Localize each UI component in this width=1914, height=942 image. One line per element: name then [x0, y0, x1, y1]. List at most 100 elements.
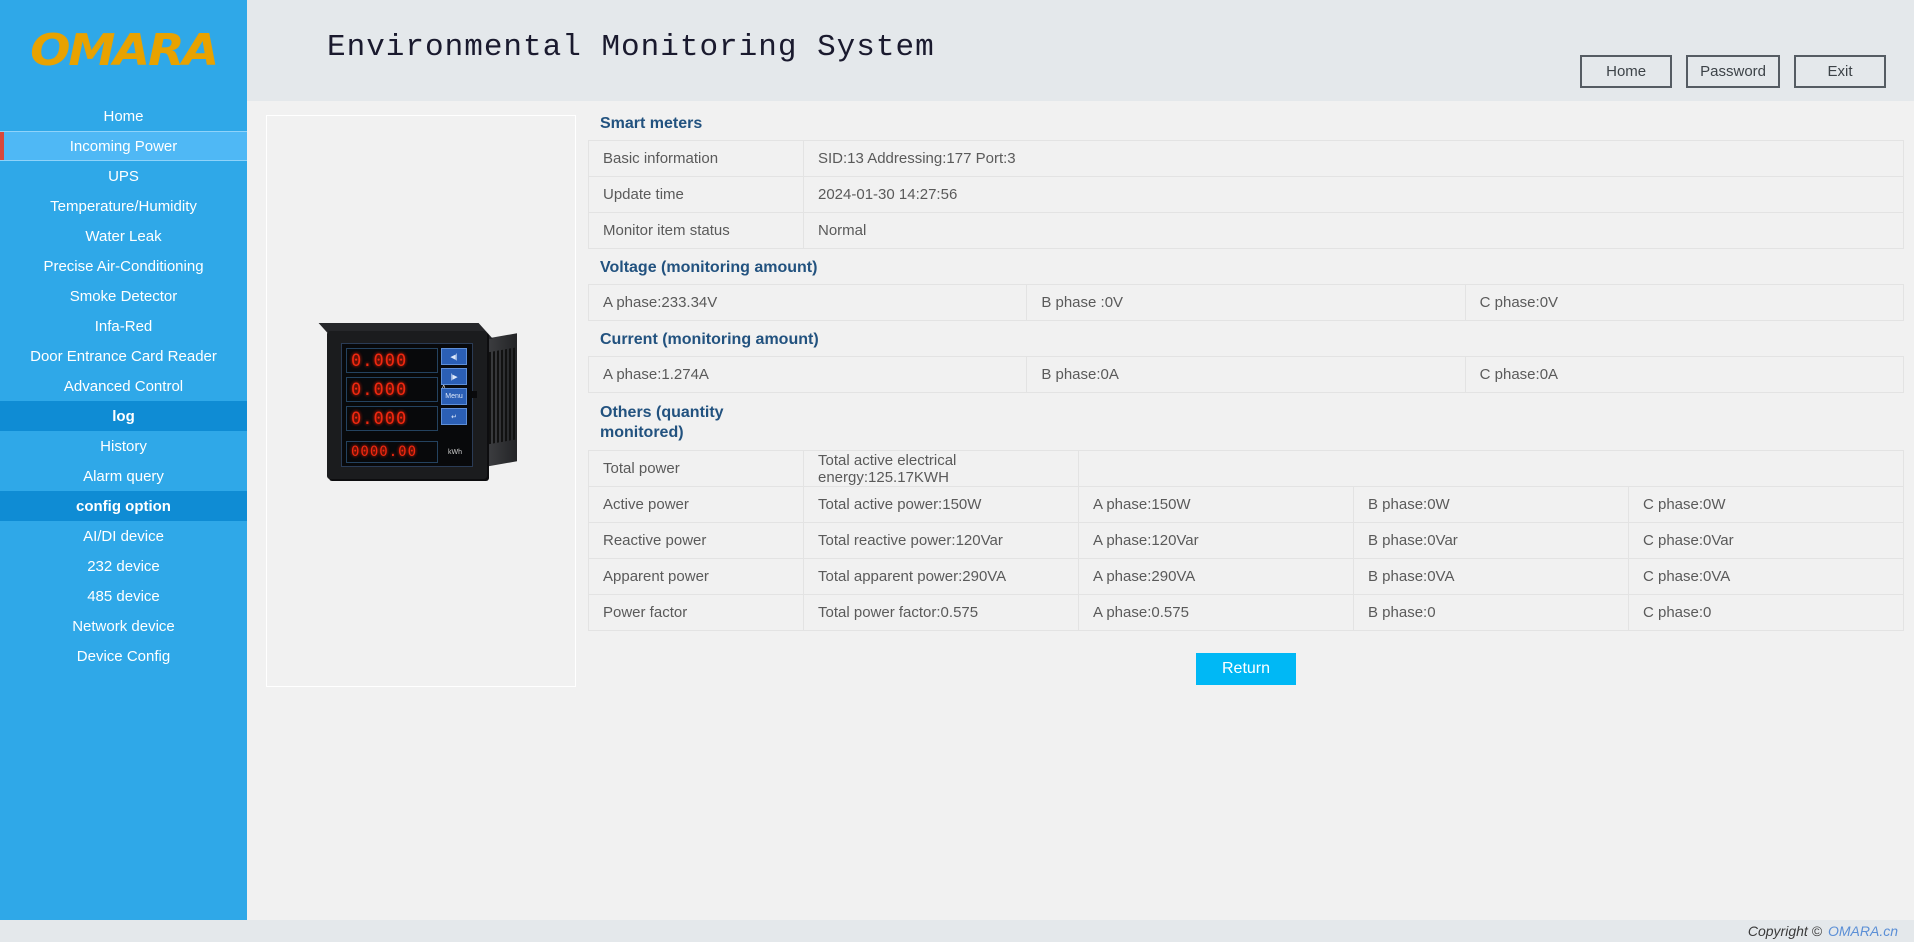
row-value: 2024-01-30 14:27:56 [803, 176, 1904, 213]
meter-vent-slot [493, 351, 495, 444]
return-button[interactable]: Return [1196, 653, 1296, 685]
meter-vent-slot [509, 348, 511, 441]
return-button-wrap: Return [588, 653, 1904, 685]
row-label: Update time [588, 176, 804, 213]
meter-data-area: Smart meters Basic information SID:13 Add… [587, 115, 1905, 685]
meter-button-1[interactable]: ◀| [441, 348, 467, 365]
phase-value: A phase:150W [1078, 486, 1354, 523]
table-row: Power factor Total power factor:0.575 A ph… [588, 594, 1904, 631]
sidebar-item-network-device[interactable]: Network device [0, 611, 247, 641]
current-table: A phase:1.274A B phase:0A C phase:0A [587, 356, 1905, 393]
meter-vent-slot [489, 351, 491, 445]
row-label: Power factor [588, 594, 804, 631]
others-table: Total power Total active electrical energ… [588, 450, 1904, 631]
row-label: Apparent power [588, 558, 804, 595]
total-value: Total active power:150W [803, 486, 1079, 523]
sidebar-section-config-option: config option [0, 491, 247, 521]
empty-cell [1078, 450, 1904, 487]
table-row: Monitor item status Normal [588, 212, 1904, 249]
status-badge: Normal [803, 212, 1904, 249]
meter-kwh-label: kWh [448, 448, 462, 456]
table-row: Total power Total active electrical energ… [588, 450, 1904, 487]
meter-button-2[interactable]: |▶ [441, 368, 467, 385]
phase-value: A phase:120Var [1078, 522, 1354, 559]
copyright-text: Copyright © [1747, 923, 1822, 939]
page-title: Environmental Monitoring System [327, 30, 935, 65]
meter-total-row: 0000.00 [346, 441, 438, 463]
sidebar-item-history[interactable]: History [0, 431, 247, 461]
digital-panel-meter-icon: 0.000 A 0.000 A 0.000 A 0000.00 [318, 317, 521, 485]
table-row: A phase:233.34V B phase :0V C phase:0V [587, 284, 1905, 321]
phase-value: B phase:0Var [1353, 522, 1629, 559]
sidebar-item-water-leak[interactable]: Water Leak [0, 221, 247, 251]
meter-button-4[interactable]: ↵ [441, 408, 467, 425]
meter-total-digits: 0000.00 [351, 444, 418, 460]
meter-digits-1: 0.000 [351, 350, 408, 371]
sidebar-item-infa-red[interactable]: Infa-Red [0, 311, 247, 341]
table-row: Update time 2024-01-30 14:27:56 [588, 176, 1904, 213]
phase-value: A phase:233.34V [587, 284, 1028, 321]
current-title: Current (monitoring amount) [600, 331, 819, 348]
sidebar-item-home[interactable]: Home [0, 101, 247, 131]
page-footer: Copyright © OMARA.cn [0, 920, 1914, 942]
voltage-table: A phase:233.34V B phase :0V C phase:0V [587, 284, 1905, 321]
smart-meters-table: Basic information SID:13 Addressing:177 P… [588, 140, 1904, 249]
meter-indicator-dot [472, 391, 477, 398]
page-header: Environmental Monitoring System Home Pass… [247, 0, 1914, 101]
meter-row-1: 0.000 [346, 348, 438, 373]
sidebar-item-incoming-power[interactable]: Incoming Power [0, 131, 247, 161]
home-button[interactable]: Home [1580, 55, 1673, 88]
sidebar-item-device-config[interactable]: Device Config [0, 641, 247, 671]
sidebar-item-smoke-detector[interactable]: Smoke Detector [0, 281, 247, 311]
total-value: Total apparent power:290VA [803, 558, 1079, 595]
sidebar-item-advanced-control[interactable]: Advanced Control [0, 371, 247, 401]
meter-vent-slot [513, 347, 515, 440]
sidebar-item-door-entrance-card-reader[interactable]: Door Entrance Card Reader [0, 341, 247, 371]
sidebar-item-alarm-query[interactable]: Alarm query [0, 461, 247, 491]
total-value: Total active electrical energy:125.17KWH [803, 450, 1079, 487]
phase-value: B phase:0W [1353, 486, 1629, 523]
row-label: Basic information [588, 140, 804, 177]
meter-digits-2: 0.000 [351, 379, 408, 400]
phase-value: C phase:0VA [1628, 558, 1904, 595]
brand-logo[interactable]: OMARA [0, 0, 247, 101]
sidebar-nav: Home Incoming Power UPS Temperature/Humidit… [0, 101, 247, 920]
phase-value: C phase:0Var [1628, 522, 1904, 559]
table-row: A phase:1.274A B phase:0A C phase:0A [587, 356, 1905, 393]
phase-value: B phase :0V [1026, 284, 1466, 321]
phase-value: A phase:290VA [1078, 558, 1354, 595]
sidebar-item-precise-air-conditioning[interactable]: Precise Air-Conditioning [0, 251, 247, 281]
header-button-group: Home Password Exit [1580, 55, 1886, 88]
company-link[interactable]: OMARA.cn [1828, 923, 1898, 939]
sidebar-item-temperature-humidity[interactable]: Temperature/Humidity [0, 191, 247, 221]
row-label: Reactive power [588, 522, 804, 559]
meter-row-2: 0.000 [346, 377, 438, 402]
others-title: Others (quantity monitored) [600, 404, 724, 441]
sidebar-item-ai-di-device[interactable]: AI/DI device [0, 521, 247, 551]
row-label: Monitor item status [588, 212, 804, 249]
meter-front-body: 0.000 A 0.000 A 0.000 A 0000.00 [327, 331, 487, 479]
voltage-title: Voltage (monitoring amount) [600, 259, 818, 276]
meter-vent-slot [501, 349, 503, 443]
smart-meters-title: Smart meters [600, 115, 703, 132]
exit-button[interactable]: Exit [1794, 55, 1886, 88]
total-value: Total power factor:0.575 [803, 594, 1079, 631]
phase-value: A phase:0.575 [1078, 594, 1354, 631]
sidebar-item-232-device[interactable]: 232 device [0, 551, 247, 581]
phase-value: C phase:0 [1628, 594, 1904, 631]
logo-text: OMARA [29, 25, 219, 76]
table-row: Reactive power Total reactive power:120Va… [588, 522, 1904, 559]
meter-digits-3: 0.000 [351, 408, 408, 429]
sidebar-item-ups[interactable]: UPS [0, 161, 247, 191]
sidebar-item-485-device[interactable]: 485 device [0, 581, 247, 611]
meter-button-3[interactable]: Menu [441, 388, 467, 405]
meter-button-column: ◀| |▶ Menu ↵ [441, 348, 469, 428]
phase-value: A phase:1.274A [587, 356, 1028, 393]
table-row: Basic information SID:13 Addressing:177 P… [588, 140, 1904, 177]
row-label: Active power [588, 486, 804, 523]
phase-value: B phase:0VA [1353, 558, 1629, 595]
password-button[interactable]: Password [1686, 55, 1780, 88]
device-image-panel: 0.000 A 0.000 A 0.000 A 0000.00 [266, 115, 576, 687]
phase-value: C phase:0V [1464, 284, 1905, 321]
meter-vent-slot [497, 350, 499, 443]
